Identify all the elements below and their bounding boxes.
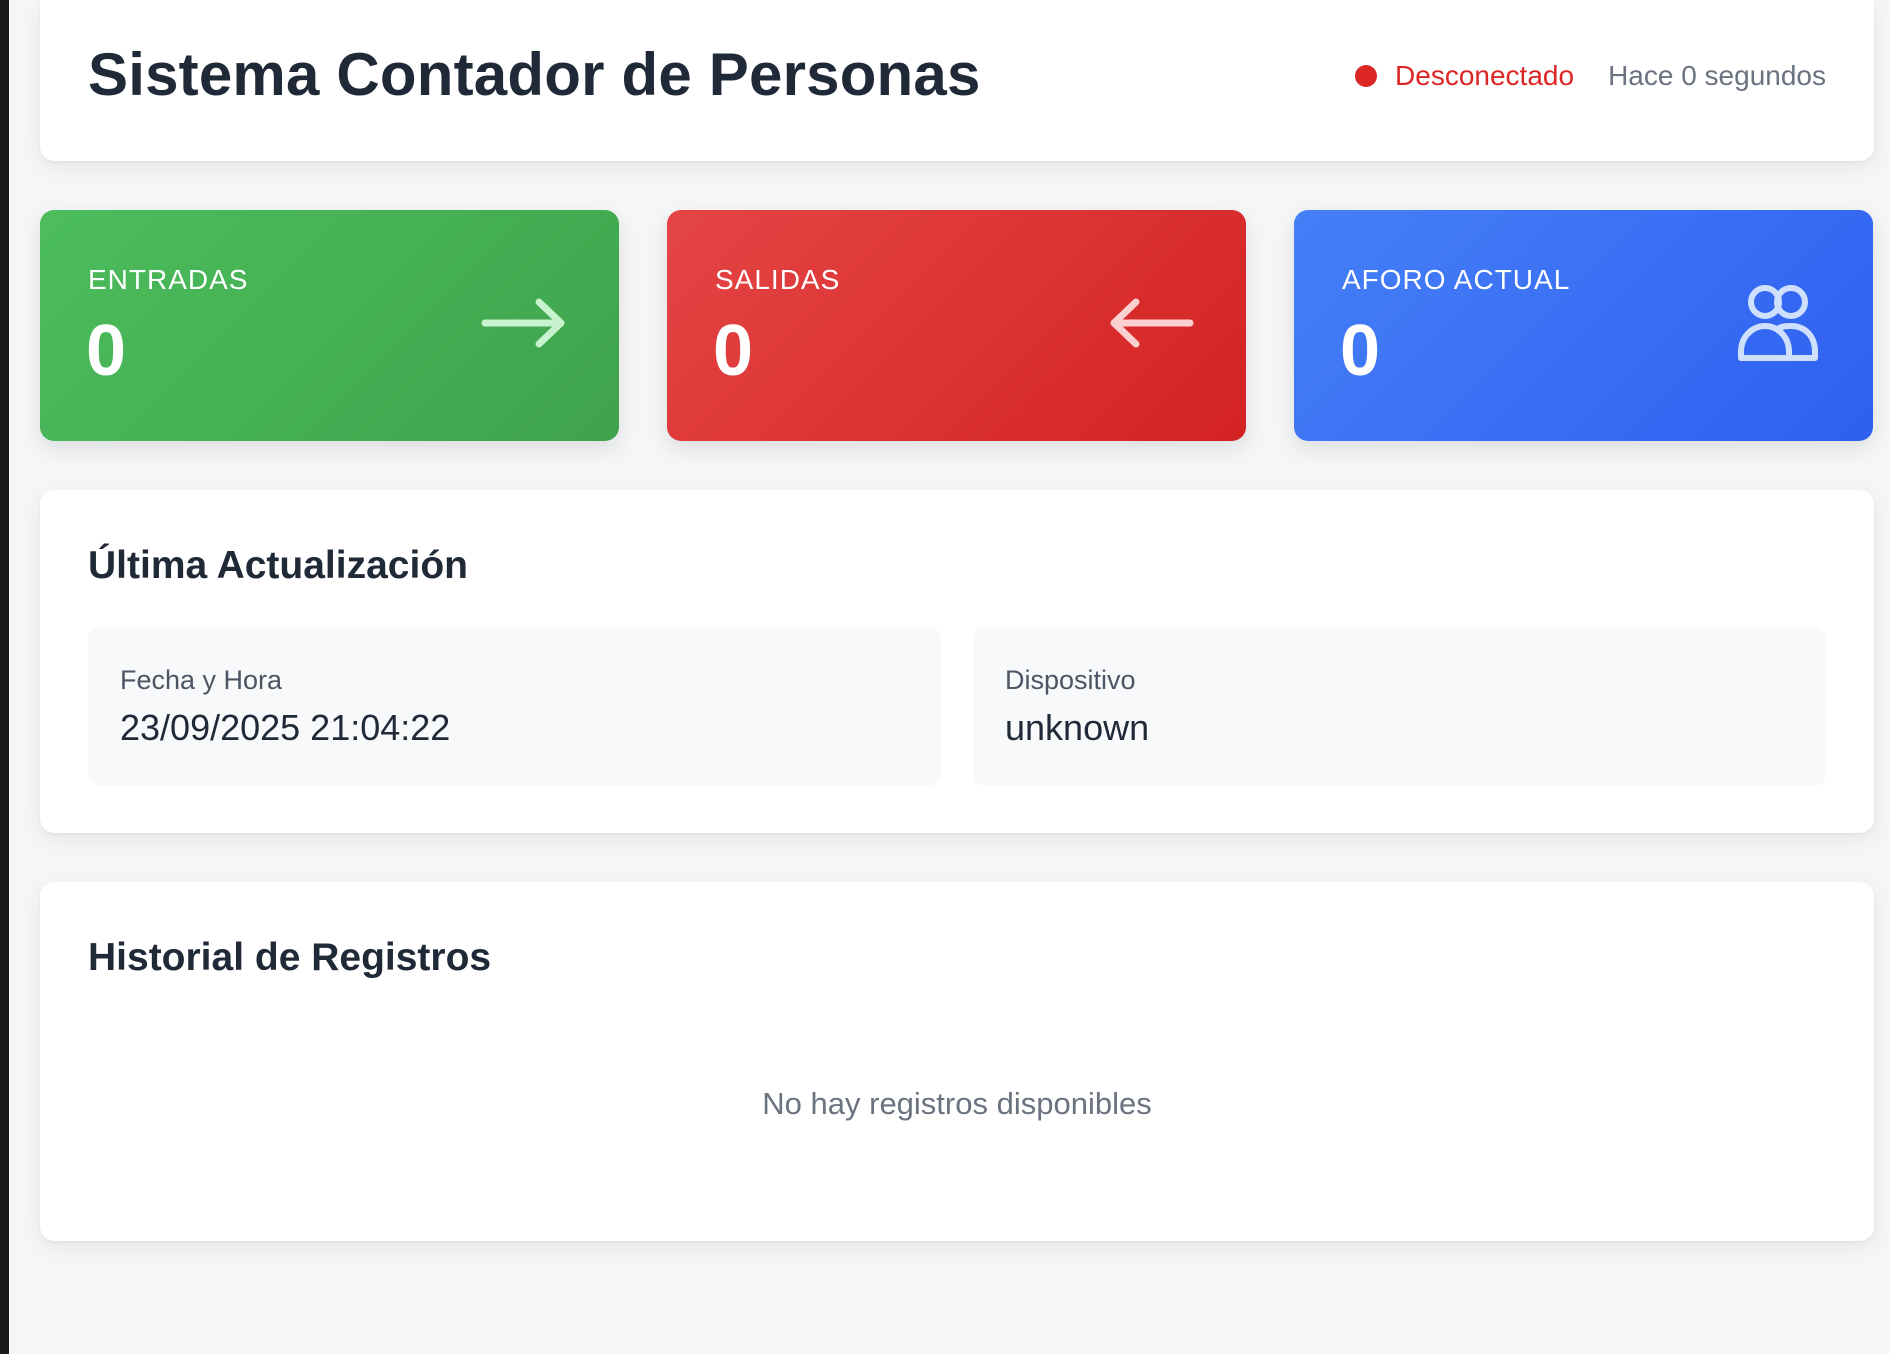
occupancy-card: AFORO ACTUAL 0 — [1294, 210, 1873, 441]
device-value: unknown — [1005, 707, 1150, 748]
exits-card: SALIDAS 0 — [667, 210, 1246, 441]
occupancy-value: 0 — [1340, 311, 1381, 391]
datetime-label: Fecha y Hora — [120, 665, 283, 695]
arrow-left-icon — [1110, 298, 1194, 348]
last-seen-text: Hace 0 segundos — [1608, 60, 1826, 91]
entries-value: 0 — [86, 311, 127, 391]
window-edge — [0, 0, 9, 1354]
entries-card: ENTRADAS 0 — [40, 210, 619, 441]
exits-label: SALIDAS — [715, 264, 841, 295]
datetime-box: Fecha y Hora 23/09/2025 21:04:22 — [88, 627, 941, 786]
history-panel: Historial de Registros No hay registros … — [40, 882, 1874, 1241]
device-label: Dispositivo — [1005, 665, 1136, 695]
status-dot-icon — [1355, 65, 1378, 87]
history-empty-message: No hay registros disponibles — [762, 1086, 1152, 1121]
exits-value: 0 — [713, 311, 754, 391]
last-update-title: Última Actualización — [88, 544, 468, 587]
page-title: Sistema Contador de Personas — [88, 41, 981, 108]
history-title: Historial de Registros — [88, 936, 492, 979]
users-icon — [1738, 285, 1818, 361]
device-box: Dispositivo unknown — [973, 627, 1826, 786]
last-update-panel: Última Actualización Fecha y Hora 23/09/… — [40, 490, 1874, 833]
connection-status-label: Desconectado — [1395, 60, 1575, 91]
occupancy-label: AFORO ACTUAL — [1342, 264, 1571, 295]
connection-status: Desconectado Hace 0 segundos — [1355, 60, 1826, 92]
header: Sistema Contador de Personas Desconectad… — [40, 0, 1874, 161]
arrow-right-icon — [481, 298, 565, 348]
entries-label: ENTRADAS — [88, 264, 249, 295]
datetime-value: 23/09/2025 21:04:22 — [120, 707, 451, 748]
